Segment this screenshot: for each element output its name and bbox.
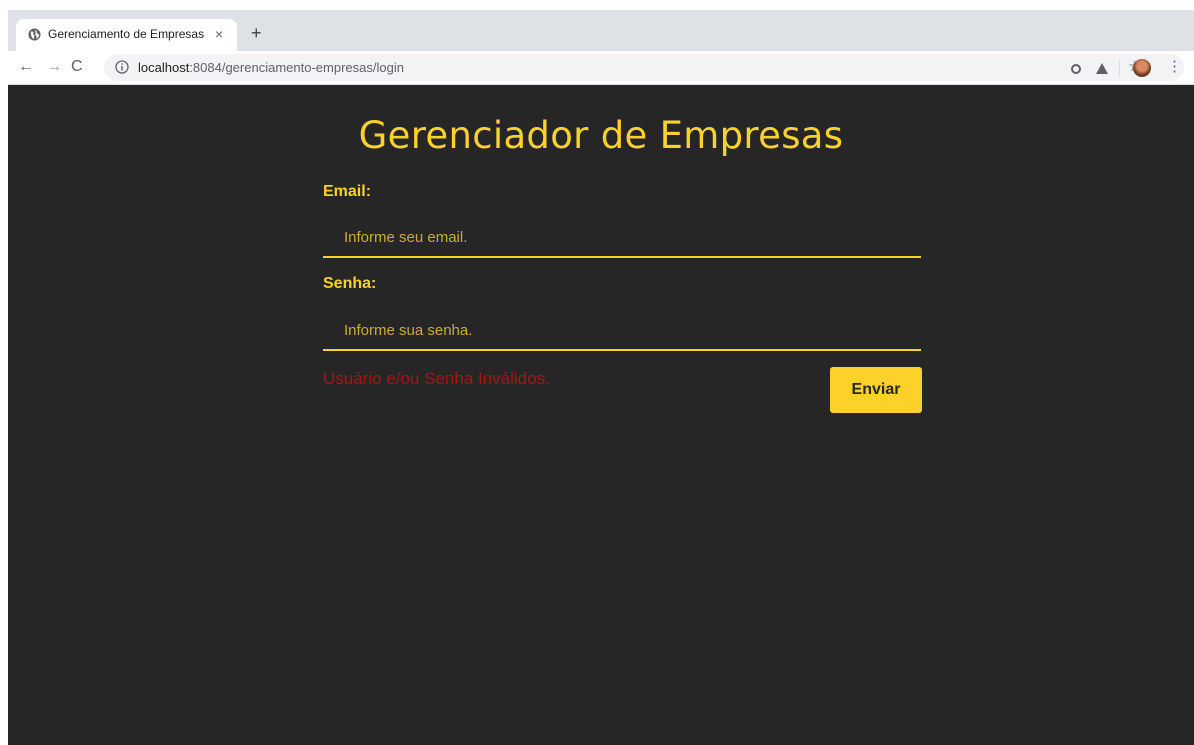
browser-toolbar: ← → C localhost:8084/gerenciamento-empre… xyxy=(8,51,1194,85)
extension-circle-icon[interactable] xyxy=(1071,64,1081,74)
reload-icon[interactable]: C xyxy=(71,59,83,75)
close-tab-icon[interactable]: × xyxy=(215,26,223,42)
browser-tab[interactable]: Gerenciamento de Empresas × xyxy=(16,19,237,51)
tab-strip: Gerenciamento de Empresas × + xyxy=(8,10,1194,51)
browser-window: Gerenciamento de Empresas × + ← → C loca… xyxy=(8,10,1194,745)
url-path: :8084/gerenciamento-empresas/login xyxy=(189,60,404,75)
email-field[interactable] xyxy=(323,218,921,258)
drive-icon[interactable] xyxy=(1096,63,1108,74)
page-content: Gerenciador de Empresas Email: Senha: Us… xyxy=(8,85,1194,745)
new-tab-icon[interactable]: + xyxy=(251,24,262,42)
address-bar[interactable]: localhost:8084/gerenciamento-empresas/lo… xyxy=(104,54,1184,81)
submit-button[interactable]: Enviar xyxy=(830,367,922,413)
url-text[interactable]: localhost:8084/gerenciamento-empresas/lo… xyxy=(138,60,404,75)
tab-title: Gerenciamento de Empresas xyxy=(48,27,205,41)
back-arrow-icon[interactable]: ← xyxy=(18,59,34,75)
info-icon[interactable] xyxy=(115,60,129,74)
page-title: Gerenciador de Empresas xyxy=(358,114,844,157)
email-label: Email: xyxy=(323,183,372,200)
password-label: Senha: xyxy=(323,275,377,292)
toolbar-divider xyxy=(1119,60,1120,77)
url-host: localhost xyxy=(138,60,190,75)
profile-avatar[interactable] xyxy=(1133,59,1151,77)
error-message: Usuário e/ou Senha Inválidos. xyxy=(323,369,550,388)
password-field[interactable] xyxy=(323,311,921,351)
forward-arrow-icon[interactable]: → xyxy=(46,59,62,75)
menu-dots-icon[interactable]: ⋮ xyxy=(1167,59,1182,75)
globe-icon xyxy=(28,28,41,41)
